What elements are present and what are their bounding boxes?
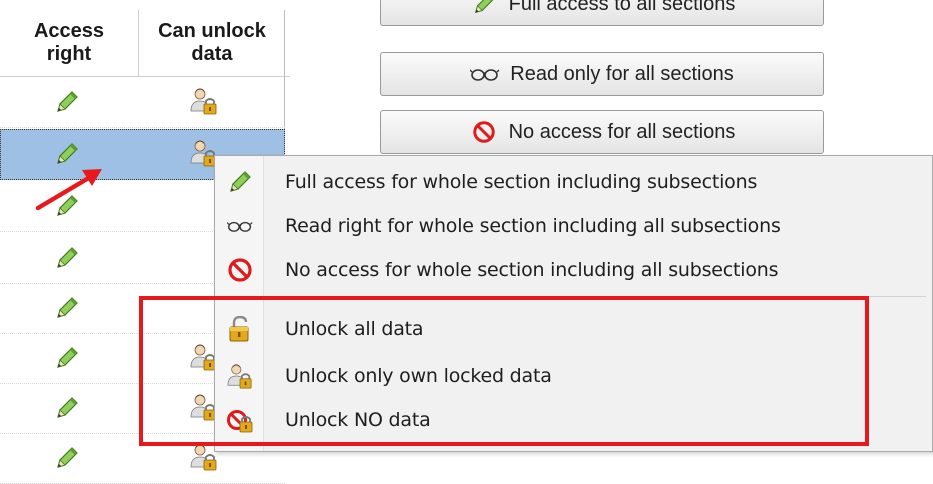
menu-item-label: Read right for whole section including a… bbox=[285, 215, 781, 237]
pencil-icon[interactable] bbox=[54, 345, 80, 371]
table-row[interactable] bbox=[0, 77, 285, 128]
menu-item-full-access-section[interactable]: Full access for whole section including … bbox=[215, 160, 933, 204]
pencil-icon bbox=[469, 0, 499, 16]
glasses-icon bbox=[470, 62, 500, 86]
read-only-all-label: Read only for all sections bbox=[510, 62, 734, 85]
read-only-all-button[interactable]: Read only for all sections bbox=[380, 52, 824, 96]
pencil-icon bbox=[227, 169, 253, 195]
no-entry-icon bbox=[469, 120, 499, 144]
full-access-all-label: Full access to all sections bbox=[508, 0, 736, 15]
no-access-all-button[interactable]: No access for all sections bbox=[380, 110, 824, 154]
pencil-icon[interactable] bbox=[54, 445, 80, 471]
pencil-icon[interactable] bbox=[54, 89, 80, 115]
menu-item-label: No access for whole section including al… bbox=[285, 259, 779, 281]
column-header-access-right[interactable]: Access right bbox=[0, 10, 138, 76]
annotation-highlight-box bbox=[139, 296, 869, 446]
full-access-all-button[interactable]: Full access to all sections bbox=[380, 0, 824, 26]
pencil-icon[interactable] bbox=[54, 395, 80, 421]
menu-item-read-right-section[interactable]: Read right for whole section including a… bbox=[215, 204, 933, 248]
menu-item-no-access-section[interactable]: No access for whole section including al… bbox=[215, 248, 933, 292]
pencil-icon[interactable] bbox=[54, 245, 80, 271]
pencil-icon[interactable] bbox=[54, 295, 80, 321]
annotation-arrow-icon bbox=[35, 169, 102, 211]
menu-item-label: Full access for whole section including … bbox=[285, 171, 758, 193]
user-lock-icon[interactable] bbox=[190, 87, 218, 115]
no-entry-icon bbox=[227, 257, 253, 283]
grid-header: Access right Can unlock data bbox=[0, 10, 290, 77]
glasses-icon bbox=[227, 217, 253, 235]
column-header-can-unlock-data[interactable]: Can unlock data bbox=[138, 10, 285, 76]
no-access-all-label: No access for all sections bbox=[508, 120, 736, 143]
